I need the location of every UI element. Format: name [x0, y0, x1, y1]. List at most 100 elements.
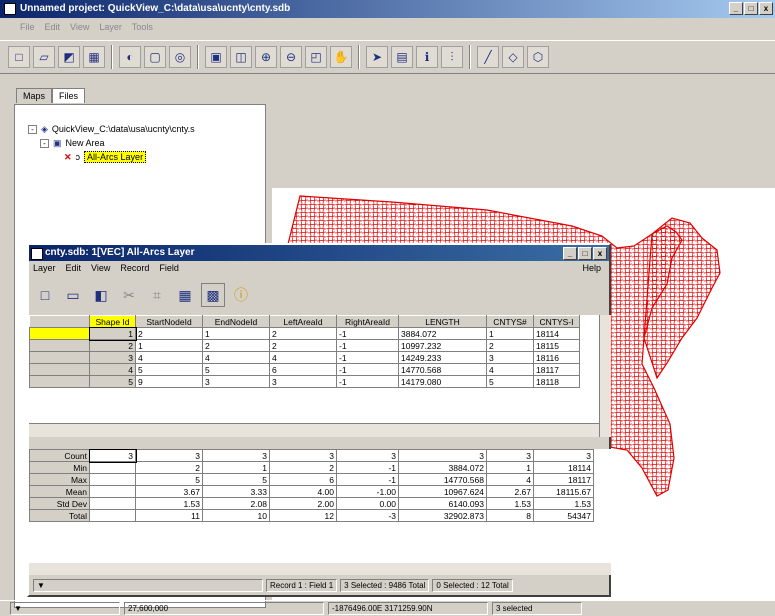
attribute-table-window: cnty.sdb: 1[VEC] All-Arcs Layer _ □ x La…: [27, 243, 611, 597]
menu-file[interactable]: File: [20, 22, 35, 35]
row-header[interactable]: [29, 375, 90, 388]
table-view-icon[interactable]: ▦: [173, 283, 197, 307]
table-menu-layer[interactable]: Layer: [33, 263, 56, 276]
select-arrow-icon[interactable]: ➤: [366, 46, 388, 68]
status-record-field: Record 1 : Field 1: [266, 578, 338, 592]
grid-view-icon[interactable]: ▩: [201, 283, 225, 307]
row-header[interactable]: [29, 339, 90, 352]
column-header[interactable]: LENGTH: [398, 315, 487, 328]
app-status-bar: ▼ 27,600,000 -1876496.00E 3171259.90N 3 …: [0, 600, 775, 616]
table-menu-bar: Layer Edit View Record Field Help: [29, 262, 609, 276]
paste-icon[interactable]: ⌗: [145, 283, 169, 307]
tab-files[interactable]: Files: [52, 88, 86, 103]
tab-maps[interactable]: Maps: [16, 88, 53, 103]
new-file-icon[interactable]: □: [8, 46, 30, 68]
window-icon[interactable]: ▢: [144, 46, 166, 68]
table-menu-record[interactable]: Record: [120, 263, 149, 276]
column-header[interactable]: EndNodeId: [202, 315, 270, 328]
tree-root[interactable]: - ◈ QuickView_C:\data\usa\ucnty\cnty.s: [28, 122, 195, 136]
records-vertical-scrollbar[interactable]: [599, 315, 611, 437]
draw-node-icon[interactable]: ◇: [502, 46, 524, 68]
table-toolbar: □ ▭ ◧ ✂ ⌗ ▦ ▩ ⓘ: [29, 279, 609, 311]
identify-icon[interactable]: ℹ: [416, 46, 438, 68]
zoom-extent-icon[interactable]: ▣: [205, 46, 227, 68]
new-record-icon[interactable]: □: [33, 283, 57, 307]
table-window-icon: [31, 248, 43, 260]
maximize-button[interactable]: □: [744, 2, 758, 15]
stats-row: Min 2 1 2 -1 3884.072 1 18114: [29, 461, 594, 474]
main-toolbar: □ ▱ ◩ ▦ ◐ ▢ ◎ ▣ ◫ ⊕ ⊖ ◰ ✋ ➤ ▤ ℹ ⫶ ╱ ◇ ⬡: [0, 40, 775, 74]
row-header[interactable]: [29, 351, 90, 364]
tree-layer[interactable]: ✕ ↄ All-Arcs Layer: [28, 150, 195, 164]
properties-icon[interactable]: ◐: [119, 46, 141, 68]
table-row[interactable]: 5 9 3 3 -1 14179.080 5 18118: [29, 375, 580, 388]
collapse-icon[interactable]: -: [28, 124, 37, 134]
panel-tabs: Maps Files: [16, 88, 86, 103]
row-header[interactable]: [29, 363, 90, 376]
coordinate-readout: -1876496.00E 3171259.90N: [328, 602, 488, 615]
table-window-title: cnty.sdb: 1[VEC] All-Arcs Layer: [45, 247, 195, 258]
menu-view[interactable]: View: [70, 22, 89, 35]
preview-icon[interactable]: ◧: [89, 283, 113, 307]
table-minimize-button[interactable]: _: [563, 247, 577, 260]
draw-polygon-icon[interactable]: ⬡: [527, 46, 549, 68]
pan-hand-icon[interactable]: ✋: [330, 46, 352, 68]
column-header[interactable]: CNTYS#: [486, 315, 534, 328]
table-menu-view[interactable]: View: [91, 263, 110, 276]
zoom-in-icon[interactable]: ⊕: [255, 46, 277, 68]
menu-edit[interactable]: Edit: [45, 22, 61, 35]
statistics-horizontal-scrollbar[interactable]: [29, 563, 611, 575]
stats-label: Total: [29, 509, 90, 522]
table-row[interactable]: 3 4 4 4 -1 14249.233 3 18116: [29, 351, 580, 364]
tree-area[interactable]: - ▣ New Area: [28, 136, 195, 150]
table-menu-help[interactable]: Help: [582, 263, 601, 276]
open-project-icon[interactable]: ◩: [58, 46, 80, 68]
zoom-out-icon[interactable]: ⊖: [280, 46, 302, 68]
table-status-bar: ▼ Record 1 : Field 1 3 Selected : 9486 T…: [29, 577, 609, 593]
records-horizontal-scrollbar[interactable]: [29, 423, 599, 437]
table-row[interactable]: 1 2 1 2 -1 3884.072 1 18114: [29, 326, 580, 341]
save-icon[interactable]: ▭: [61, 283, 85, 307]
table-row[interactable]: 4 5 5 6 -1 14770.568 4 18117: [29, 363, 580, 376]
table-window-title-bar: cnty.sdb: 1[VEC] All-Arcs Layer _ □ x: [29, 245, 609, 261]
table-icon[interactable]: ▤: [391, 46, 413, 68]
corner-cell[interactable]: [29, 315, 90, 328]
grid-layout-icon[interactable]: ▦: [83, 46, 105, 68]
status-selected-total: 3 Selected : 9486 Total: [340, 578, 430, 592]
minimize-button[interactable]: _: [729, 2, 743, 15]
zoom-box-icon[interactable]: ◫: [230, 46, 252, 68]
status-dropdown[interactable]: ▼: [33, 578, 263, 592]
table-row[interactable]: 2 1 2 2 -1 10997.232 2 18115: [29, 339, 580, 352]
measure-icon[interactable]: ⫶: [441, 46, 463, 68]
column-header[interactable]: StartNodeId: [135, 315, 203, 328]
open-folder-icon[interactable]: ▱: [33, 46, 55, 68]
records-table: Shape Id StartNodeId EndNodeId LeftAreaI…: [29, 315, 599, 423]
column-header-shape-id[interactable]: Shape Id: [89, 315, 136, 328]
table-close-button[interactable]: x: [593, 247, 607, 260]
stats-label: Std Dev: [29, 497, 90, 510]
collapse-icon[interactable]: -: [40, 138, 49, 148]
table-menu-edit[interactable]: Edit: [66, 263, 82, 276]
cut-icon[interactable]: ✂: [117, 283, 141, 307]
zoom-previous-icon[interactable]: ◰: [305, 46, 327, 68]
table-menu-field[interactable]: Field: [159, 263, 179, 276]
statistics-table: Count 3 3333333 Min 2 1 2 -1 3884.072 1 18114 …: [29, 449, 611, 563]
table-maximize-button[interactable]: □: [578, 247, 592, 260]
close-button[interactable]: x: [759, 2, 773, 15]
stats-label: Max: [29, 473, 90, 486]
draw-line-icon[interactable]: ╱: [477, 46, 499, 68]
menu-tools[interactable]: Tools: [132, 22, 153, 35]
stats-row: Mean 3.67 3.33 4.00 -1.00 10967.624 2.67 18115…: [29, 485, 594, 498]
column-header[interactable]: CNTYS-I: [533, 315, 580, 328]
stats-row: Total 11 10 12 -3 32902.873 8 54347: [29, 509, 594, 522]
scale-dropdown-arrow[interactable]: ▼: [10, 602, 120, 615]
column-header[interactable]: LeftAreaId: [269, 315, 337, 328]
layers-icon[interactable]: ◎: [169, 46, 191, 68]
table-header-row: Shape Id StartNodeId EndNodeId LeftAreaI…: [29, 315, 580, 328]
column-header[interactable]: RightAreaId: [336, 315, 399, 328]
visibility-x-icon[interactable]: ✕: [64, 152, 72, 163]
info-icon[interactable]: ⓘ: [229, 283, 253, 307]
row-header[interactable]: [29, 327, 90, 340]
stats-row: Std Dev 1.53 2.08 2.00 0.00 6140.093 1.53 1.53: [29, 497, 594, 510]
menu-layer[interactable]: Layer: [99, 22, 122, 35]
